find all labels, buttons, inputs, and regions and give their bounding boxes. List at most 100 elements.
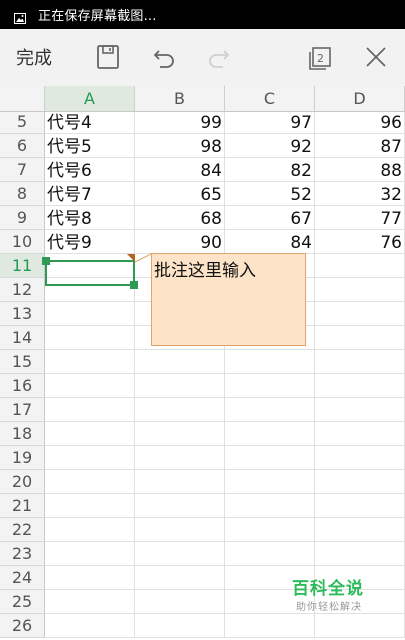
cell-c[interactable] <box>225 542 315 566</box>
cell-d[interactable]: 87 <box>315 134 405 158</box>
cell-c[interactable] <box>225 374 315 398</box>
cell-a[interactable] <box>45 590 135 614</box>
cell-d[interactable] <box>315 422 405 446</box>
row-header[interactable]: 18 <box>0 422 45 446</box>
cell-a[interactable]: 代号7 <box>45 182 135 206</box>
save-icon[interactable] <box>94 43 122 71</box>
cell-d[interactable] <box>315 278 405 302</box>
cell-c[interactable] <box>225 422 315 446</box>
cell-b[interactable] <box>135 422 225 446</box>
undo-icon[interactable] <box>150 43 178 71</box>
cell-b[interactable] <box>135 446 225 470</box>
cell-c[interactable]: 52 <box>225 182 315 206</box>
cell-c[interactable]: 82 <box>225 158 315 182</box>
cell-d[interactable] <box>315 470 405 494</box>
selection-handle-top-left[interactable] <box>42 257 50 265</box>
comment-box[interactable]: 批注这里输入 <box>151 253 306 346</box>
row-header[interactable]: 24 <box>0 566 45 590</box>
cell-a[interactable] <box>45 374 135 398</box>
cell-d[interactable] <box>315 494 405 518</box>
column-header-c[interactable]: C <box>225 86 315 111</box>
cell-d[interactable] <box>315 326 405 350</box>
cell-b[interactable]: 90 <box>135 230 225 254</box>
cell-b[interactable]: 99 <box>135 112 225 134</box>
cell-c[interactable] <box>225 494 315 518</box>
row-header[interactable]: 21 <box>0 494 45 518</box>
cell-b[interactable] <box>135 614 225 638</box>
cell-d[interactable]: 32 <box>315 182 405 206</box>
column-header-b[interactable]: B <box>135 86 225 111</box>
cell-c[interactable] <box>225 446 315 470</box>
cell-b[interactable] <box>135 470 225 494</box>
row-header[interactable]: 22 <box>0 518 45 542</box>
cell-a[interactable] <box>45 446 135 470</box>
cell-c[interactable] <box>225 398 315 422</box>
cell-d[interactable] <box>315 398 405 422</box>
selection-handle-bottom-right[interactable] <box>130 281 138 289</box>
cell-d[interactable] <box>315 446 405 470</box>
cell-b[interactable] <box>135 590 225 614</box>
row-header[interactable]: 6 <box>0 134 45 158</box>
cell-c[interactable] <box>225 518 315 542</box>
row-header[interactable]: 11 <box>0 254 45 278</box>
cell-a[interactable] <box>45 566 135 590</box>
row-header[interactable]: 12 <box>0 278 45 302</box>
column-header-d[interactable]: D <box>315 86 405 111</box>
cell-a[interactable] <box>45 494 135 518</box>
cell-a[interactable] <box>45 422 135 446</box>
cell-d[interactable]: 76 <box>315 230 405 254</box>
row-header[interactable]: 26 <box>0 614 45 638</box>
cell-a[interactable] <box>45 614 135 638</box>
cell-b[interactable]: 98 <box>135 134 225 158</box>
cell-b[interactable]: 84 <box>135 158 225 182</box>
cell-a[interactable]: 代号8 <box>45 206 135 230</box>
cell-a[interactable] <box>45 398 135 422</box>
cell-d[interactable]: 88 <box>315 158 405 182</box>
cell-b[interactable] <box>135 518 225 542</box>
cell-d[interactable] <box>315 542 405 566</box>
row-header[interactable]: 8 <box>0 182 45 206</box>
cell-selection[interactable] <box>42 257 138 289</box>
cell-d[interactable] <box>315 374 405 398</box>
cell-d[interactable] <box>315 254 405 278</box>
cell-c[interactable]: 97 <box>225 112 315 134</box>
row-header[interactable]: 14 <box>0 326 45 350</box>
row-header[interactable]: 5 <box>0 112 45 134</box>
row-header[interactable]: 16 <box>0 374 45 398</box>
cell-c[interactable]: 67 <box>225 206 315 230</box>
cell-c[interactable] <box>225 470 315 494</box>
cell-c[interactable]: 84 <box>225 230 315 254</box>
cell-a[interactable]: 代号9 <box>45 230 135 254</box>
cell-b[interactable] <box>135 398 225 422</box>
cell-d[interactable]: 77 <box>315 206 405 230</box>
cell-b[interactable] <box>135 566 225 590</box>
cell-b[interactable] <box>135 542 225 566</box>
row-header[interactable]: 15 <box>0 350 45 374</box>
cell-c[interactable] <box>225 350 315 374</box>
column-header-a[interactable]: A <box>45 86 135 111</box>
cell-c[interactable]: 92 <box>225 134 315 158</box>
done-button[interactable]: 完成 <box>16 44 52 70</box>
row-header[interactable]: 7 <box>0 158 45 182</box>
cell-d[interactable] <box>315 302 405 326</box>
cell-b[interactable] <box>135 374 225 398</box>
row-header[interactable]: 25 <box>0 590 45 614</box>
cell-a[interactable] <box>45 470 135 494</box>
cell-b[interactable] <box>135 350 225 374</box>
row-header[interactable]: 9 <box>0 206 45 230</box>
cell-a[interactable]: 代号5 <box>45 134 135 158</box>
cell-a[interactable] <box>45 326 135 350</box>
corner-cell[interactable] <box>0 86 45 111</box>
row-header[interactable]: 19 <box>0 446 45 470</box>
row-header[interactable]: 10 <box>0 230 45 254</box>
cell-a[interactable] <box>45 350 135 374</box>
cell-a[interactable] <box>45 302 135 326</box>
cell-a[interactable] <box>45 518 135 542</box>
cell-b[interactable]: 68 <box>135 206 225 230</box>
row-header[interactable]: 17 <box>0 398 45 422</box>
close-icon[interactable] <box>362 43 390 71</box>
cell-d[interactable] <box>315 350 405 374</box>
row-header[interactable]: 20 <box>0 470 45 494</box>
cell-d[interactable] <box>315 518 405 542</box>
cell-b[interactable]: 65 <box>135 182 225 206</box>
